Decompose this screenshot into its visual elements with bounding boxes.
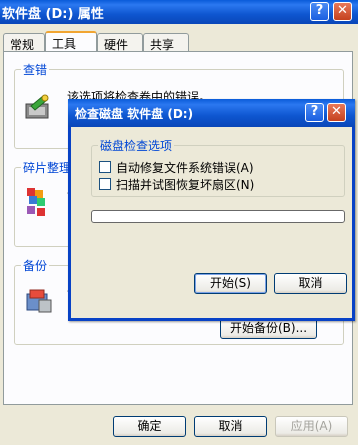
- check-disk-dialog: 检查磁盘 软件盘 (D:) ? ✕ 磁盘检查选项 自动修复文件系统错误(A) 扫…: [68, 99, 355, 321]
- group-error-check-label: 查错: [21, 61, 50, 78]
- ok-button[interactable]: 确定: [113, 416, 186, 437]
- tab-sharing[interactable]: 共享: [143, 33, 189, 52]
- dialog-title: 检查磁盘 软件盘 (D:): [75, 107, 194, 121]
- tab-tools[interactable]: 工具: [45, 31, 97, 53]
- dialog-help-icon[interactable]: ?: [305, 103, 324, 122]
- apply-button[interactable]: 应用(A): [275, 416, 348, 437]
- dialog-close-icon[interactable]: ✕: [327, 103, 346, 122]
- start-backup-button[interactable]: 开始备份(B)...: [220, 318, 317, 339]
- tab-hardware[interactable]: 硬件: [97, 33, 143, 52]
- help-icon[interactable]: ?: [310, 2, 329, 21]
- disk-options-label: 磁盘检查选项: [98, 137, 175, 154]
- scan-recover-checkbox[interactable]: [99, 178, 111, 190]
- cancel-button[interactable]: 取消: [194, 416, 267, 437]
- tab-general[interactable]: 常规: [3, 33, 45, 52]
- start-button[interactable]: 开始(S): [194, 273, 267, 294]
- window-title-bar[interactable]: 软件盘 (D:) 属性 ? ✕: [0, 0, 358, 24]
- disk-check-icon: [25, 94, 49, 119]
- dialog-title-bar[interactable]: 检查磁盘 软件盘 (D:) ? ✕: [68, 99, 355, 127]
- scan-recover-label[interactable]: 扫描并试图恢复坏扇区(N): [116, 176, 254, 193]
- group-defrag-label: 碎片整理: [21, 159, 74, 176]
- backup-icon: [26, 289, 52, 313]
- auto-fix-label[interactable]: 自动修复文件系统错误(A): [116, 159, 254, 176]
- group-backup-label: 备份: [21, 257, 50, 274]
- auto-fix-checkbox[interactable]: [99, 161, 111, 173]
- close-icon[interactable]: ✕: [333, 2, 352, 21]
- check-progress-bar: [91, 210, 345, 223]
- disk-options-group: 磁盘检查选项 自动修复文件系统错误(A) 扫描并试图恢复坏扇区(N): [91, 137, 345, 197]
- window-title: 软件盘 (D:) 属性: [2, 7, 104, 22]
- defrag-icon: [27, 188, 45, 216]
- dialog-cancel-button[interactable]: 取消: [274, 273, 347, 294]
